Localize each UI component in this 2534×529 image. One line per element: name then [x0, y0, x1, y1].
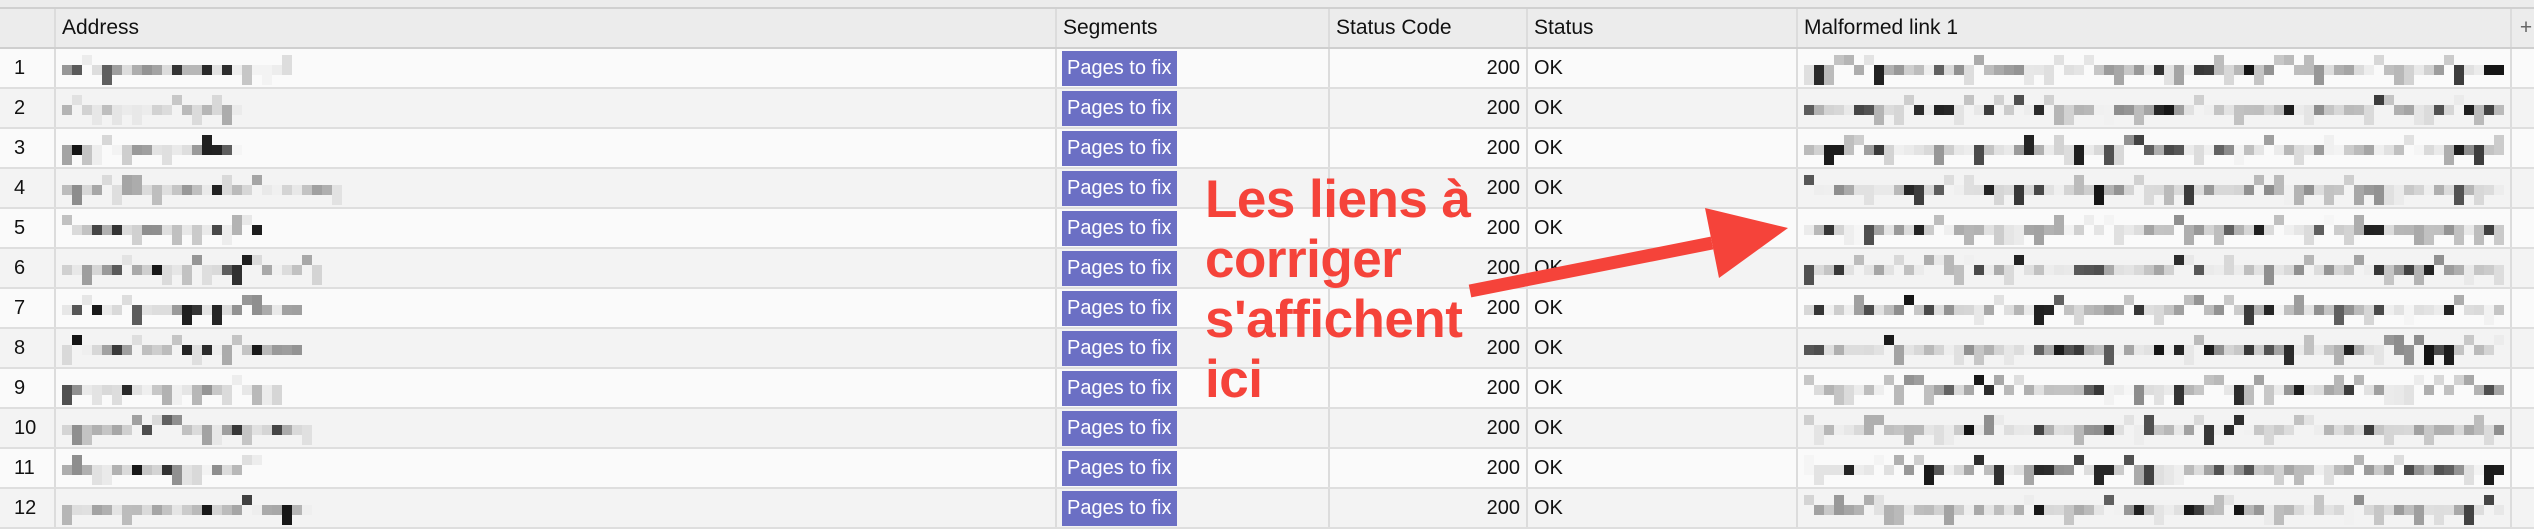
arrow-icon [1468, 208, 1788, 298]
arrow-shaft [1468, 236, 1714, 298]
arrow-head [1705, 208, 1788, 278]
